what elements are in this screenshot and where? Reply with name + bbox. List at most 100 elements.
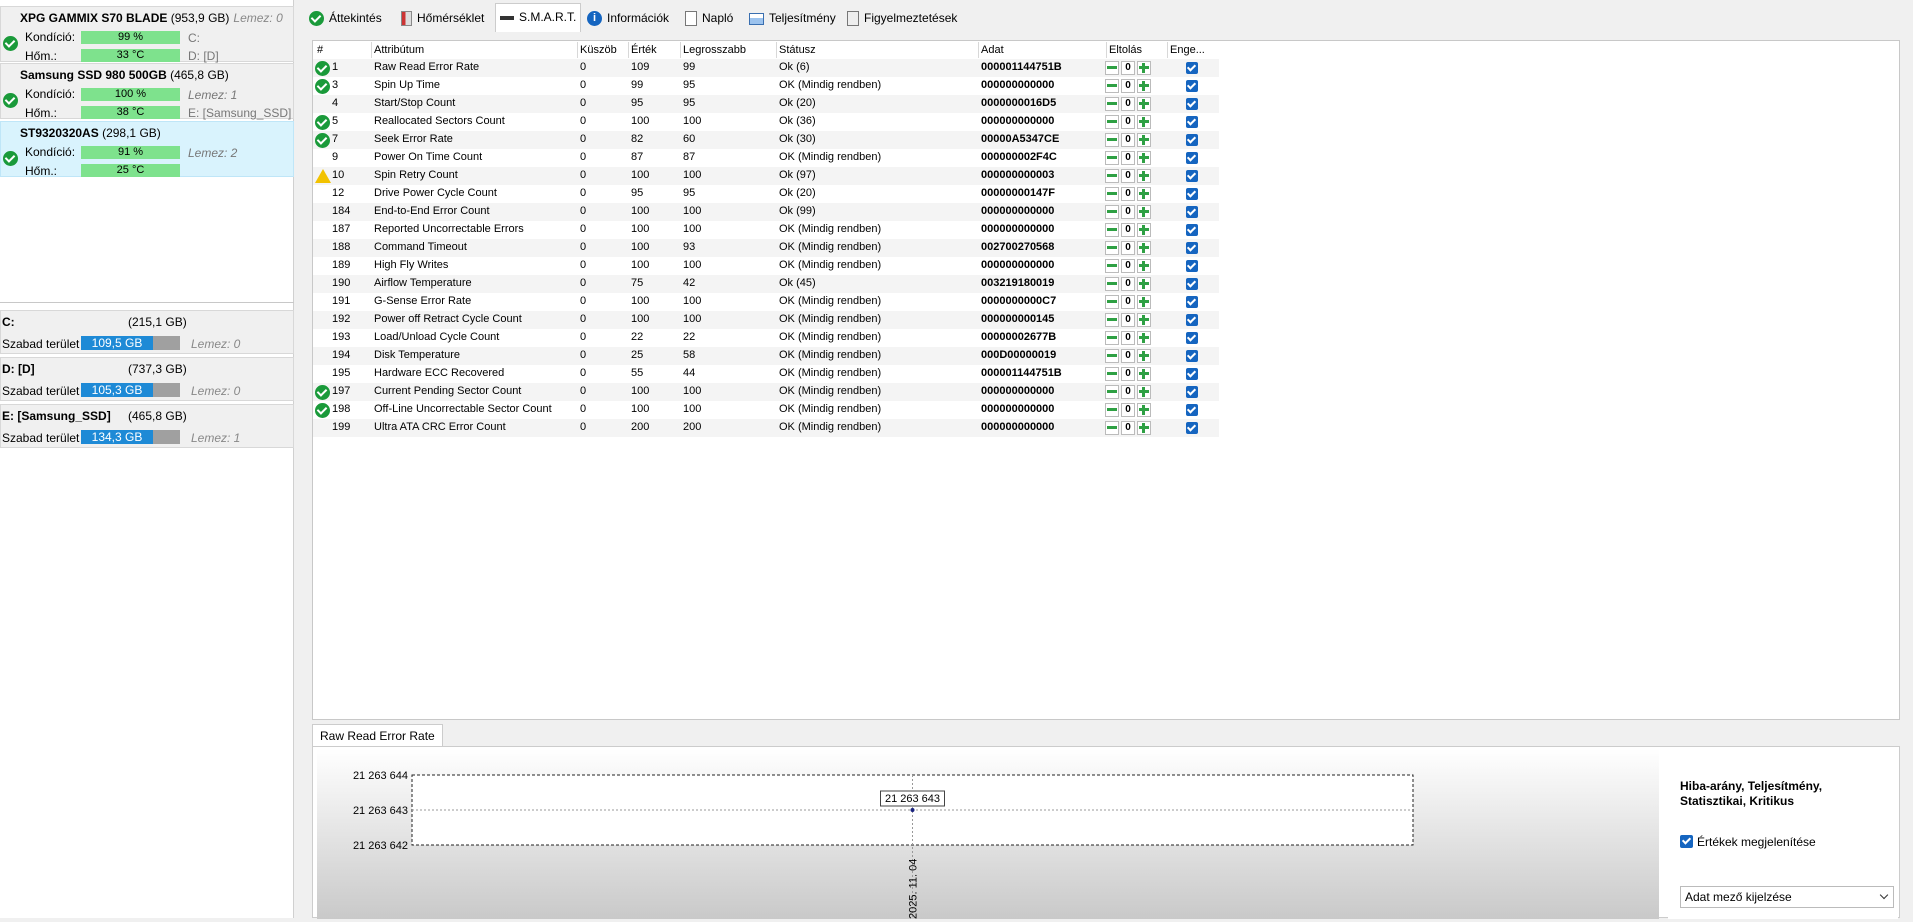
tab-napló[interactable]: Napló xyxy=(681,5,737,31)
table-row[interactable]: 4 Start/Stop Count 0 95 95 Ok (20) 0000000016D… xyxy=(313,95,1219,113)
table-row[interactable]: 1 Raw Read Error Rate 0 109 99 Ok (6) 00000114… xyxy=(313,59,1219,77)
increase-offset-button[interactable] xyxy=(1137,385,1151,399)
enable-checkbox[interactable] xyxy=(1186,62,1198,74)
table-row[interactable]: 7 Seek Error Rate 0 82 60 Ok (30) 00000A5347CE… xyxy=(313,131,1219,149)
tab-teljesítmény[interactable]: Teljesítmény xyxy=(745,5,840,31)
offset-value[interactable]: 0 xyxy=(1121,349,1135,363)
decrease-offset-button[interactable] xyxy=(1105,241,1119,255)
table-row[interactable]: 187 Reported Uncorrectable Errors 0 100 100 O… xyxy=(313,221,1219,239)
table-row[interactable]: 184 End-to-End Error Count 0 100 100 Ok (99) 0… xyxy=(313,203,1219,221)
table-row[interactable]: 197 Current Pending Sector Count 0 100 100 OK… xyxy=(313,383,1219,401)
increase-offset-button[interactable] xyxy=(1137,331,1151,345)
offset-value[interactable]: 0 xyxy=(1121,133,1135,147)
chart-tab-raw-read-error-rate[interactable]: Raw Read Error Rate xyxy=(312,724,443,746)
increase-offset-button[interactable] xyxy=(1137,277,1151,291)
enable-checkbox[interactable] xyxy=(1186,206,1198,218)
offset-value[interactable]: 0 xyxy=(1121,97,1135,111)
volume-item[interactable]: E: [Samsung_SSD] (465,8 GB) Szabad terület… xyxy=(0,404,294,448)
increase-offset-button[interactable] xyxy=(1137,169,1151,183)
offset-value[interactable]: 0 xyxy=(1121,313,1135,327)
column-header[interactable]: Eltolás xyxy=(1109,44,1142,56)
table-row[interactable]: 194 Disk Temperature 0 25 58 OK (Mindig rendb… xyxy=(313,347,1219,365)
column-header[interactable]: Enge... xyxy=(1170,44,1205,56)
increase-offset-button[interactable] xyxy=(1137,187,1151,201)
table-row[interactable]: 12 Drive Power Cycle Count 0 95 95 Ok (20) 000… xyxy=(313,185,1219,203)
decrease-offset-button[interactable] xyxy=(1105,403,1119,417)
increase-offset-button[interactable] xyxy=(1137,295,1151,309)
table-row[interactable]: 5 Reallocated Sectors Count 0 100 100 Ok (36)… xyxy=(313,113,1219,131)
enable-checkbox[interactable] xyxy=(1186,170,1198,182)
increase-offset-button[interactable] xyxy=(1137,151,1151,165)
enable-checkbox[interactable] xyxy=(1186,116,1198,128)
decrease-offset-button[interactable] xyxy=(1105,133,1119,147)
offset-value[interactable]: 0 xyxy=(1121,277,1135,291)
table-row[interactable]: 198 Off-Line Uncorrectable Sector Count 0 1… xyxy=(313,401,1219,419)
enable-checkbox[interactable] xyxy=(1186,296,1198,308)
enable-checkbox[interactable] xyxy=(1186,80,1198,92)
table-row[interactable]: 189 High Fly Writes 0 100 100 OK (Mindig rend… xyxy=(313,257,1219,275)
increase-offset-button[interactable] xyxy=(1137,205,1151,219)
disk-item[interactable]: ST9320320AS (298,1 GB) Kondíció: 91 % Hőm.:… xyxy=(0,121,294,178)
decrease-offset-button[interactable] xyxy=(1105,223,1119,237)
increase-offset-button[interactable] xyxy=(1137,259,1151,273)
enable-checkbox[interactable] xyxy=(1186,386,1198,398)
column-header[interactable]: # xyxy=(317,44,323,56)
decrease-offset-button[interactable] xyxy=(1105,97,1119,111)
volume-item[interactable]: D: [D] (737,3 GB) Szabad terület 105,3 GB Le… xyxy=(0,357,294,401)
tab-s-m-a-r-t-[interactable]: S.M.A.R.T. xyxy=(495,3,582,32)
increase-offset-button[interactable] xyxy=(1137,241,1151,255)
offset-value[interactable]: 0 xyxy=(1121,385,1135,399)
enable-checkbox[interactable] xyxy=(1186,134,1198,146)
offset-value[interactable]: 0 xyxy=(1121,115,1135,129)
enable-checkbox[interactable] xyxy=(1186,314,1198,326)
decrease-offset-button[interactable] xyxy=(1105,295,1119,309)
increase-offset-button[interactable] xyxy=(1137,133,1151,147)
column-header[interactable]: Küszöb xyxy=(580,44,617,56)
volume-item[interactable]: C: (215,1 GB) Szabad terület 109,5 GB Lemez:… xyxy=(0,310,294,354)
tab-információk[interactable]: i Információk xyxy=(583,5,673,31)
show-values-label[interactable]: Értékek megjelenítése xyxy=(1697,835,1816,849)
increase-offset-button[interactable] xyxy=(1137,403,1151,417)
enable-checkbox[interactable] xyxy=(1186,332,1198,344)
column-header[interactable]: Státusz xyxy=(779,44,816,56)
offset-value[interactable]: 0 xyxy=(1121,403,1135,417)
decrease-offset-button[interactable] xyxy=(1105,421,1119,435)
enable-checkbox[interactable] xyxy=(1186,98,1198,110)
offset-value[interactable]: 0 xyxy=(1121,241,1135,255)
decrease-offset-button[interactable] xyxy=(1105,277,1119,291)
enable-checkbox[interactable] xyxy=(1186,278,1198,290)
increase-offset-button[interactable] xyxy=(1137,349,1151,363)
enable-checkbox[interactable] xyxy=(1186,350,1198,362)
decrease-offset-button[interactable] xyxy=(1105,259,1119,273)
decrease-offset-button[interactable] xyxy=(1105,313,1119,327)
tab-figyelmeztetések[interactable]: Figyelmeztetések xyxy=(843,5,961,31)
enable-checkbox[interactable] xyxy=(1186,260,1198,272)
enable-checkbox[interactable] xyxy=(1186,188,1198,200)
increase-offset-button[interactable] xyxy=(1137,115,1151,129)
decrease-offset-button[interactable] xyxy=(1105,79,1119,93)
offset-value[interactable]: 0 xyxy=(1121,367,1135,381)
show-values-checkbox[interactable] xyxy=(1680,835,1693,848)
decrease-offset-button[interactable] xyxy=(1105,349,1119,363)
offset-value[interactable]: 0 xyxy=(1121,187,1135,201)
offset-value[interactable]: 0 xyxy=(1121,61,1135,75)
increase-offset-button[interactable] xyxy=(1137,97,1151,111)
decrease-offset-button[interactable] xyxy=(1105,331,1119,345)
table-row[interactable]: 188 Command Timeout 0 100 93 OK (Mindig rendb… xyxy=(313,239,1219,257)
decrease-offset-button[interactable] xyxy=(1105,115,1119,129)
enable-checkbox[interactable] xyxy=(1186,152,1198,164)
increase-offset-button[interactable] xyxy=(1137,223,1151,237)
table-row[interactable]: 9 Power On Time Count 0 87 87 OK (Mindig rend… xyxy=(313,149,1219,167)
enable-checkbox[interactable] xyxy=(1186,224,1198,236)
increase-offset-button[interactable] xyxy=(1137,367,1151,381)
table-row[interactable]: 191 G-Sense Error Rate 0 100 100 OK (Mindig r… xyxy=(313,293,1219,311)
decrease-offset-button[interactable] xyxy=(1105,367,1119,381)
offset-value[interactable]: 0 xyxy=(1121,295,1135,309)
offset-value[interactable]: 0 xyxy=(1121,421,1135,435)
decrease-offset-button[interactable] xyxy=(1105,187,1119,201)
offset-value[interactable]: 0 xyxy=(1121,223,1135,237)
decrease-offset-button[interactable] xyxy=(1105,169,1119,183)
offset-value[interactable]: 0 xyxy=(1121,169,1135,183)
column-header[interactable]: Érték xyxy=(631,44,657,56)
table-row[interactable]: 192 Power off Retract Cycle Count 0 100 100 O… xyxy=(313,311,1219,329)
